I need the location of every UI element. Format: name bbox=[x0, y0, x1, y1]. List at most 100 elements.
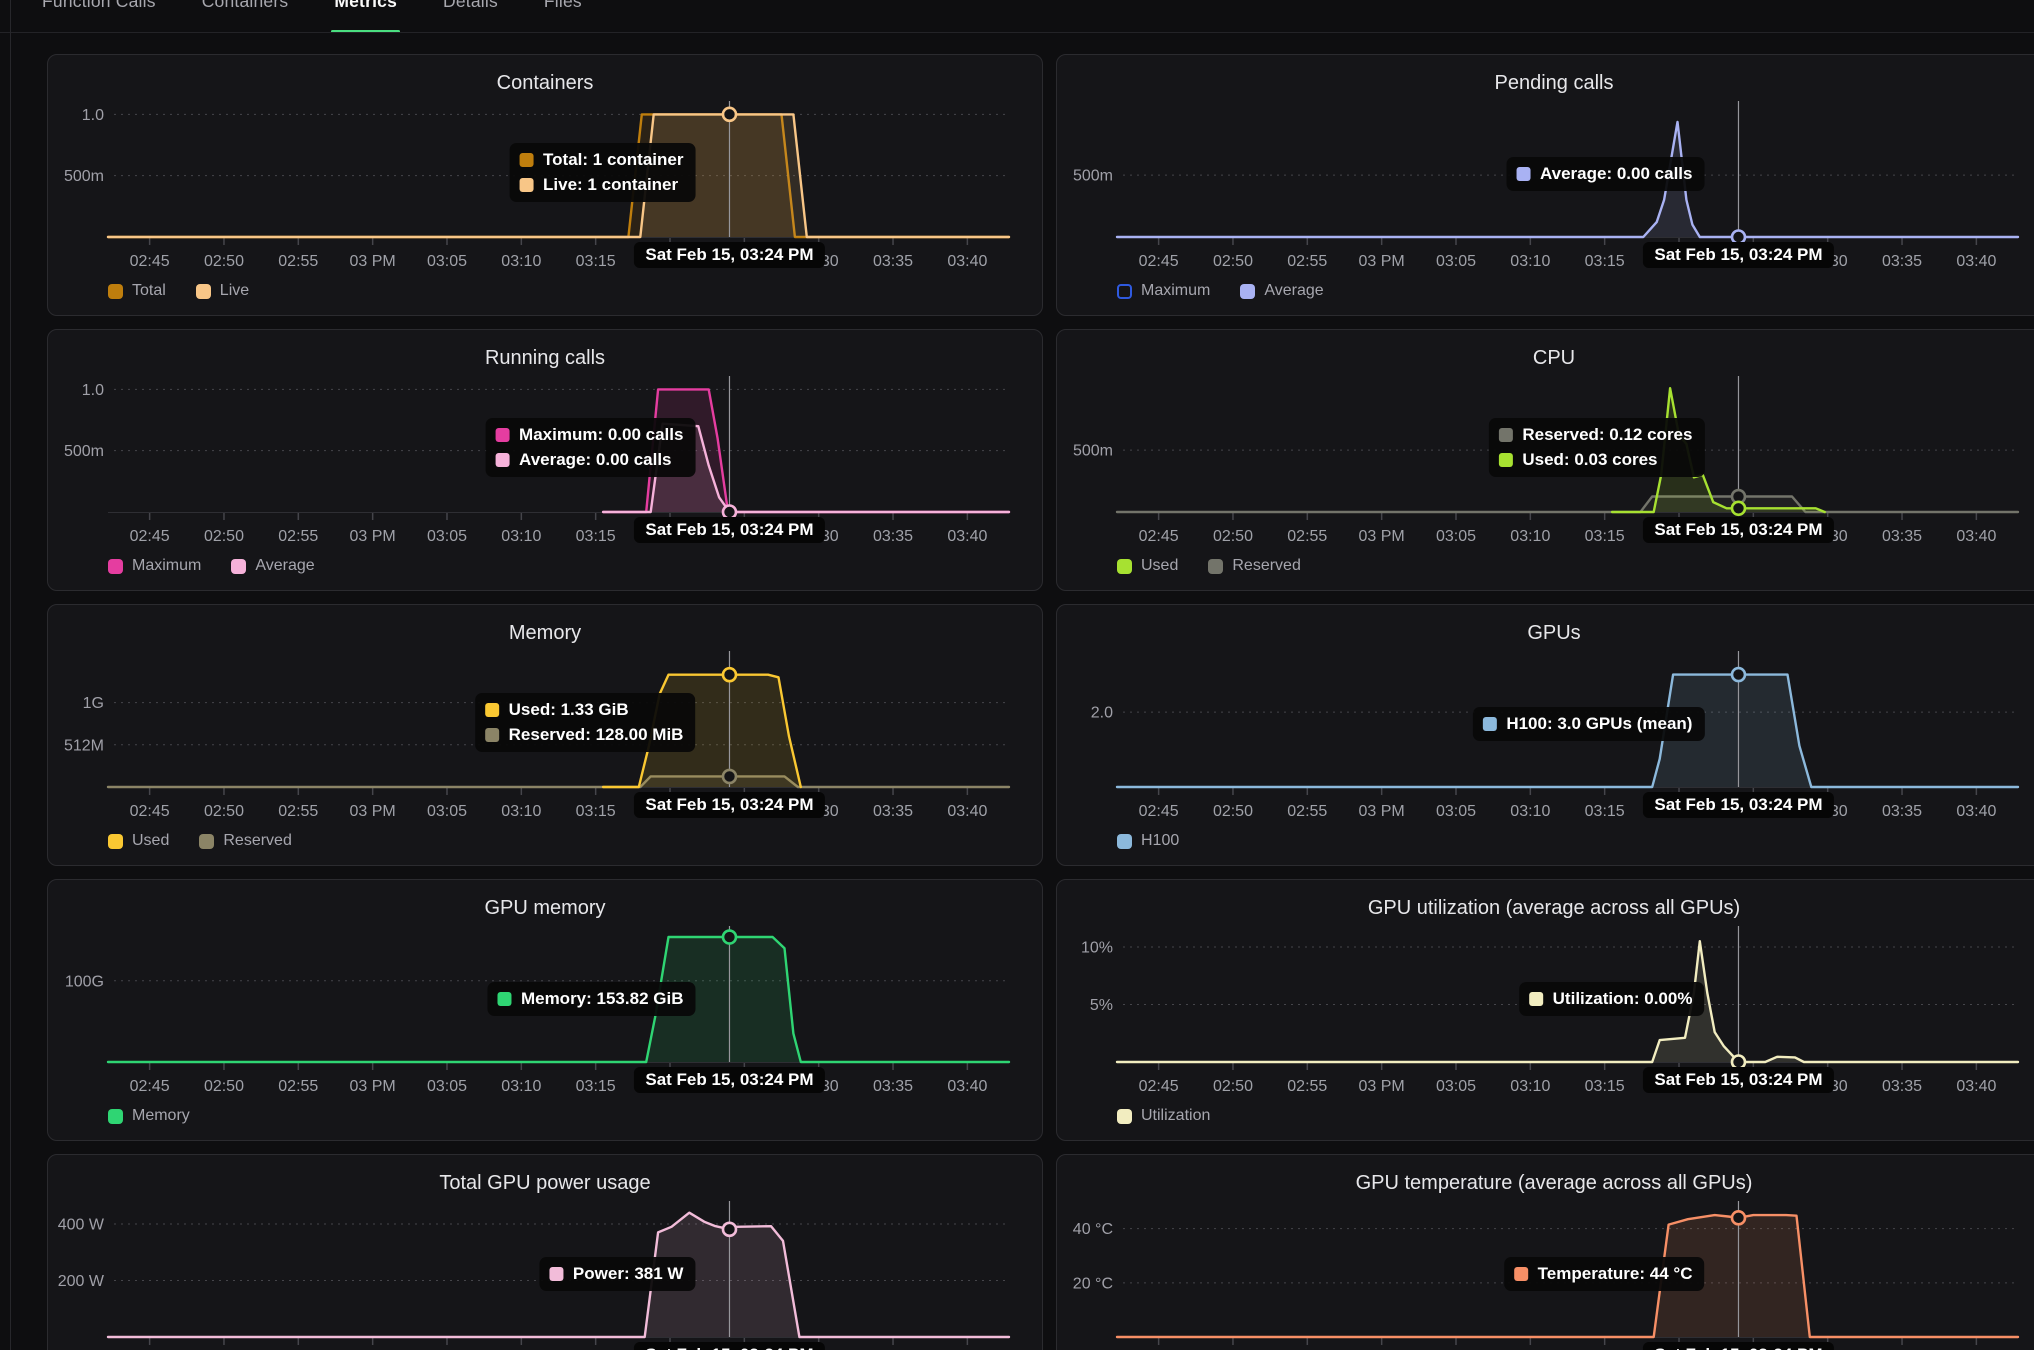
legend-item-average[interactable]: Average bbox=[231, 557, 314, 575]
crosshair-date-badge: Sat Feb 15, 03:24 PM bbox=[1643, 1342, 1833, 1350]
charts-grid: Containers1.0500m02:4502:5002:5503 PM03:… bbox=[0, 54, 2034, 1350]
legend-swatch bbox=[1240, 284, 1255, 299]
tab-function-calls[interactable]: Function Calls bbox=[42, 0, 156, 33]
x-axis-label: 03:40 bbox=[1956, 528, 1996, 545]
chart-tooltip: Reserved: 0.12 coresUsed: 0.03 cores bbox=[1489, 418, 1704, 477]
tab-metrics[interactable]: Metrics bbox=[334, 0, 397, 33]
legend-item-used[interactable]: Used bbox=[1117, 557, 1178, 575]
tooltip-value-text: Maximum: 0.00 calls bbox=[519, 425, 683, 445]
y-axis-label: 500m bbox=[64, 443, 104, 460]
x-axis-label: 03:05 bbox=[1436, 803, 1476, 820]
x-axis-label: 03:15 bbox=[576, 1078, 616, 1095]
chart-card-total-gpu-power-usage: Total GPU power usage400 W200 W02:4502:5… bbox=[47, 1154, 1043, 1350]
tooltip-series-swatch bbox=[486, 703, 500, 717]
legend-item-reserved[interactable]: Reserved bbox=[1208, 557, 1300, 575]
tooltip-series-swatch bbox=[1483, 717, 1497, 731]
tooltip-series-swatch bbox=[1517, 167, 1531, 181]
x-axis-label: 02:50 bbox=[1213, 803, 1253, 820]
tooltip-series-swatch bbox=[1499, 453, 1513, 467]
chart-card-cpu: CPU500m02:4502:5002:5503 PM03:0503:1003:… bbox=[1056, 329, 2034, 591]
tooltip-value-text: Live: 1 container bbox=[543, 175, 678, 195]
chart-tooltip: H100: 3.0 GPUs (mean) bbox=[1473, 707, 1704, 741]
legend-item-average[interactable]: Average bbox=[1240, 282, 1323, 300]
x-axis-label: 02:50 bbox=[1213, 1078, 1253, 1095]
x-axis-label: 02:45 bbox=[130, 528, 170, 545]
chart-tooltip: Total: 1 containerLive: 1 container bbox=[510, 143, 695, 202]
chart-card-running-calls: Running calls1.0500m02:4502:5002:5503 PM… bbox=[47, 329, 1043, 591]
x-axis-label: 03 PM bbox=[1359, 528, 1405, 545]
legend-label: Used bbox=[132, 832, 169, 850]
legend-swatch bbox=[108, 284, 123, 299]
tab-label: Metrics bbox=[334, 0, 397, 12]
chart-legend: Used Reserved bbox=[1117, 557, 1301, 575]
legend-item-utilization[interactable]: Utilization bbox=[1117, 1107, 1210, 1125]
chart-card-pending-calls: Pending calls500m02:4502:5002:5503 PM03:… bbox=[1056, 54, 2034, 316]
tooltip-value-text: Utilization: 0.00% bbox=[1553, 989, 1693, 1009]
x-axis-label: 03:15 bbox=[1585, 803, 1625, 820]
chart-plot[interactable]: 40 °C20 °C02:4502:5002:5503 PM03:0503:10… bbox=[1057, 1155, 2034, 1350]
crosshair-date-badge: Sat Feb 15, 03:24 PM bbox=[634, 1342, 824, 1350]
legend-item-total[interactable]: Total bbox=[108, 282, 166, 300]
tooltip-series-swatch bbox=[1499, 428, 1513, 442]
legend-label: Memory bbox=[132, 1107, 190, 1125]
x-axis-label: 02:50 bbox=[204, 253, 244, 270]
tab-containers[interactable]: Containers bbox=[202, 0, 289, 33]
y-axis-label: 2.0 bbox=[1091, 705, 1113, 722]
legend-label: H100 bbox=[1141, 832, 1179, 850]
x-axis-label: 03:40 bbox=[947, 253, 987, 270]
tooltip-series-swatch bbox=[496, 453, 510, 467]
tooltip-row: Temperature: 44 °C bbox=[1515, 1264, 1693, 1284]
crosshair-date-badge: Sat Feb 15, 03:24 PM bbox=[634, 242, 824, 268]
tooltip-row: Average: 0.00 calls bbox=[1517, 164, 1692, 184]
x-axis-label: 02:45 bbox=[1139, 803, 1179, 820]
legend-swatch bbox=[1117, 834, 1132, 849]
legend-label: Reserved bbox=[1232, 557, 1300, 575]
y-axis-label: 512M bbox=[64, 737, 104, 754]
legend-item-memory[interactable]: Memory bbox=[108, 1107, 190, 1125]
y-axis-label: 500m bbox=[1073, 443, 1113, 460]
legend-item-reserved[interactable]: Reserved bbox=[199, 832, 291, 850]
x-axis-label: 03:35 bbox=[1882, 1078, 1922, 1095]
tooltip-series-swatch bbox=[486, 728, 500, 742]
crosshair-marker-temperature bbox=[1732, 1211, 1745, 1224]
chart-card-containers: Containers1.0500m02:4502:5002:5503 PM03:… bbox=[47, 54, 1043, 316]
chart-legend: Used Reserved bbox=[108, 832, 292, 850]
legend-item-maximum[interactable]: Maximum bbox=[1117, 282, 1210, 300]
legend-label: Average bbox=[1264, 282, 1323, 300]
chart-tooltip: Used: 1.33 GiBReserved: 128.00 MiB bbox=[476, 693, 696, 752]
x-axis-label: 03:35 bbox=[873, 803, 913, 820]
legend-swatch bbox=[108, 1109, 123, 1124]
series-line-reserved bbox=[108, 776, 1009, 787]
series-line-reserved bbox=[1117, 497, 2018, 513]
chart-card-gpus: GPUs2.002:4502:5002:5503 PM03:0503:1003:… bbox=[1056, 604, 2034, 866]
legend-item-h100[interactable]: H100 bbox=[1117, 832, 1179, 850]
x-axis-label: 03 PM bbox=[350, 253, 396, 270]
legend-item-maximum[interactable]: Maximum bbox=[108, 557, 201, 575]
chart-plot[interactable]: 400 W200 W02:4502:5002:5503 PM03:0503:10… bbox=[48, 1155, 1044, 1350]
crosshair-marker-power bbox=[723, 1223, 736, 1236]
crosshair-marker-live bbox=[723, 108, 736, 121]
x-axis-label: 02:45 bbox=[1139, 528, 1179, 545]
legend-item-live[interactable]: Live bbox=[196, 282, 249, 300]
x-axis-label: 02:55 bbox=[278, 803, 318, 820]
tab-files[interactable]: Files bbox=[544, 0, 582, 33]
x-axis-label: 03:10 bbox=[1510, 803, 1550, 820]
tooltip-row: Used: 0.03 cores bbox=[1499, 450, 1692, 470]
x-axis-label: 02:50 bbox=[204, 528, 244, 545]
x-axis-label: 03:40 bbox=[947, 1078, 987, 1095]
chart-legend: Utilization bbox=[1117, 1107, 1210, 1125]
x-axis-label: 03:05 bbox=[1436, 1078, 1476, 1095]
x-axis-label: 03:05 bbox=[1436, 253, 1476, 270]
x-axis-label: 02:50 bbox=[1213, 253, 1253, 270]
tab-label: Files bbox=[544, 0, 582, 12]
tab-details[interactable]: Details bbox=[443, 0, 498, 33]
legend-swatch bbox=[1117, 1109, 1132, 1124]
series-area-reserved bbox=[1117, 497, 2018, 513]
chart-card-gpu-memory: GPU memory100G02:4502:5002:5503 PM03:050… bbox=[47, 879, 1043, 1141]
legend-item-used[interactable]: Used bbox=[108, 832, 169, 850]
x-axis-label: 03:05 bbox=[427, 1078, 467, 1095]
x-axis-label: 03:35 bbox=[1882, 528, 1922, 545]
legend-swatch bbox=[1117, 284, 1132, 299]
x-axis-label: 03 PM bbox=[1359, 1078, 1405, 1095]
tooltip-row: Reserved: 128.00 MiB bbox=[486, 725, 684, 745]
